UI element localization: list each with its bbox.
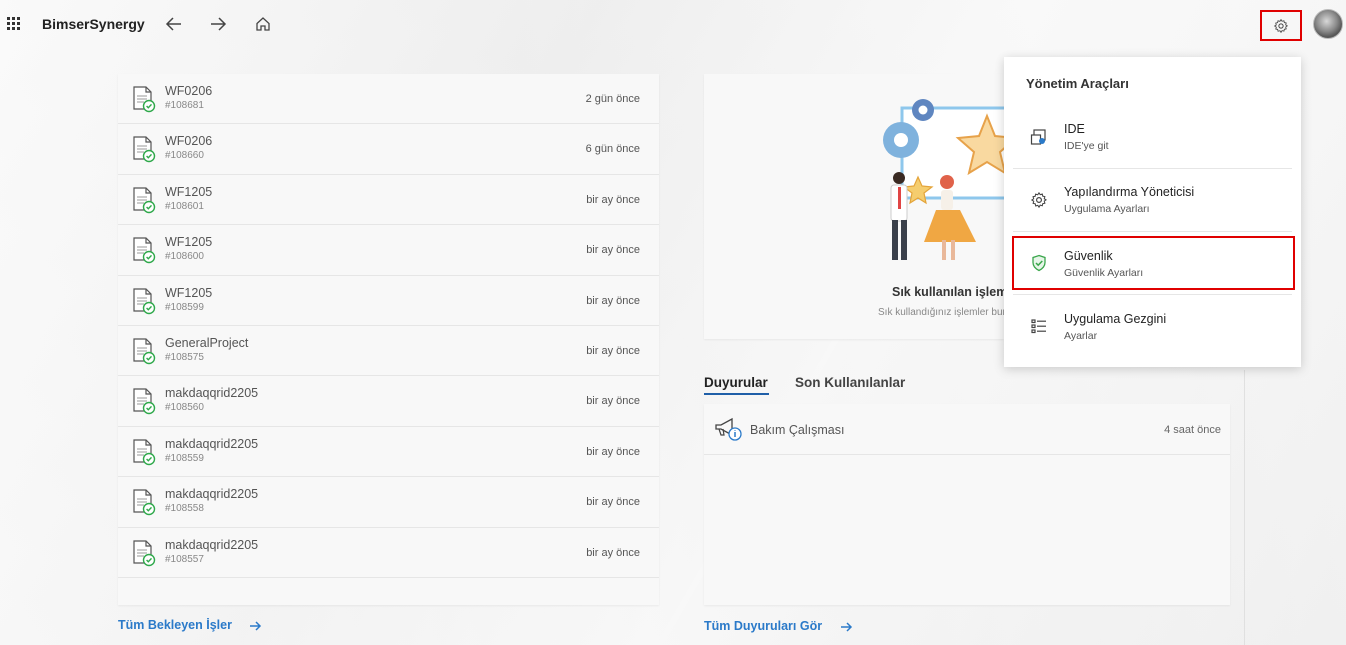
task-title: makdaqqrid2205 (165, 537, 259, 552)
divider (1244, 370, 1245, 645)
task-time: 2 gün önce (585, 93, 640, 105)
frequent-operations-card: Sık kullanılan işlemler Sık kullandığını… (704, 74, 1004, 339)
task-id: #108601 (165, 200, 204, 212)
menu-item-subtitle: Ayarlar (1064, 330, 1098, 342)
task-row[interactable]: makdaqqrid2205 #108557 bir ay önce (118, 528, 659, 578)
announcement-time: 4 saat önce (1164, 424, 1221, 436)
task-title: WF1205 (165, 184, 213, 199)
menu-item-title: Güvenlik (1064, 249, 1113, 263)
top-bar: BimserSynergy (0, 0, 1346, 48)
document-check-icon (130, 235, 160, 265)
menu-item-title: Uygulama Gezgini (1064, 312, 1167, 326)
shield-check-icon (1030, 254, 1050, 274)
task-id: #108557 (165, 553, 204, 565)
menu-item-app-explorer[interactable]: Uygulama Gezgini Ayarlar (1004, 295, 1301, 358)
announcements-card: Bakım Çalışması 4 saat önce (704, 404, 1230, 605)
task-id: #108558 (165, 503, 204, 515)
arrow-left-icon[interactable] (162, 12, 186, 36)
task-time: bir ay önce (586, 244, 640, 257)
task-row[interactable]: WF1205 #108600 bir ay önce (118, 225, 659, 276)
task-id: #108559 (165, 452, 204, 464)
megaphone-info-icon (713, 416, 743, 442)
active-tab-indicator (704, 393, 769, 395)
arrow-right-icon[interactable] (839, 620, 853, 634)
task-id: #108560 (165, 402, 204, 414)
task-time: bir ay önce (586, 496, 640, 509)
task-title: WF0206 (165, 84, 213, 98)
document-check-icon (130, 538, 160, 568)
tab-announcements[interactable]: Duyurular (704, 375, 768, 390)
document-check-icon (130, 437, 160, 467)
menu-item-title: IDE (1064, 122, 1085, 136)
document-check-icon (130, 84, 160, 114)
document-check-icon (130, 386, 160, 416)
frequent-operations-subtitle: Sık kullandığınız işlemler burada (878, 307, 1004, 318)
menu-item-configuration-manager[interactable]: Yapılandırma Yöneticisi Uygulama Ayarlar… (1004, 169, 1301, 232)
task-time: bir ay önce (586, 344, 640, 357)
ide-icon (1030, 128, 1050, 148)
task-row[interactable]: WF0206 #108681 2 gün önce (118, 74, 659, 125)
task-time: bir ay önce (586, 294, 640, 307)
gear-icon (1273, 18, 1289, 33)
pending-tasks-card: WF0206 #108681 2 gün önce WF0206 #108660 6 gü… (118, 74, 659, 605)
menu-item-security[interactable]: Güvenlik Güvenlik Ayarları (1004, 232, 1301, 295)
frequent-operations-illustration (883, 99, 1004, 260)
task-title: makdaqqrid2205 (165, 436, 259, 451)
task-time: bir ay önce (586, 445, 640, 458)
document-check-icon (130, 286, 160, 316)
admin-tools-menu: Yönetim Araçları IDE IDE'ye git Yapıland… (1004, 57, 1301, 367)
home-icon[interactable] (251, 12, 275, 36)
announcement-row[interactable]: Bakım Çalışması 4 saat önce (704, 404, 1230, 455)
document-check-icon (130, 134, 160, 164)
task-id: #108681 (165, 100, 204, 111)
document-check-icon (130, 487, 160, 517)
task-row[interactable]: makdaqqrid2205 #108560 bir ay önce (118, 376, 659, 427)
task-row[interactable]: makdaqqrid2205 #108559 bir ay önce (118, 427, 659, 478)
task-time: bir ay önce (586, 193, 640, 206)
app-title[interactable]: BimserSynergy (42, 16, 145, 32)
task-row[interactable]: WF0206 #108660 6 gün önce (118, 124, 659, 175)
menu-item-subtitle: Güvenlik Ayarları (1064, 267, 1144, 279)
task-id: #108600 (165, 251, 204, 263)
menu-item-subtitle: IDE'ye git (1064, 140, 1109, 152)
menu-item-ide[interactable]: IDE IDE'ye git (1004, 106, 1301, 169)
document-check-icon (130, 185, 160, 215)
document-check-icon (130, 336, 160, 366)
arrow-right-icon[interactable] (248, 619, 262, 633)
task-id: #108599 (165, 301, 204, 313)
app-launcher-grid-icon[interactable] (7, 17, 20, 30)
task-title: WF1205 (165, 285, 213, 300)
announcement-title: Bakım Çalışması (750, 423, 845, 437)
avatar[interactable] (1313, 9, 1343, 39)
settings-button[interactable] (1260, 10, 1302, 41)
task-row[interactable]: GeneralProject #108575 bir ay önce (118, 326, 659, 377)
task-time: bir ay önce (586, 395, 640, 408)
task-time: bir ay önce (586, 546, 640, 559)
admin-tools-heading: Yönetim Araçları (1026, 76, 1129, 91)
all-announcements-link[interactable]: Tüm Duyuruları Gör (704, 619, 822, 633)
menu-item-title: Yapılandırma Yöneticisi (1064, 185, 1195, 199)
task-title: makdaqqrid2205 (165, 386, 259, 401)
task-row[interactable]: makdaqqrid2205 #108558 bir ay önce (118, 477, 659, 528)
task-row[interactable]: WF1205 #108599 bir ay önce (118, 276, 659, 326)
task-title: WF1205 (165, 235, 213, 250)
task-id: #108575 (165, 351, 204, 363)
task-title: makdaqqrid2205 (165, 487, 259, 502)
arrow-right-icon[interactable] (206, 12, 230, 36)
task-title: WF0206 (165, 134, 213, 149)
task-title: GeneralProject (165, 335, 249, 350)
tab-recent[interactable]: Son Kullanılanlar (795, 375, 905, 390)
task-id: #108660 (165, 150, 204, 162)
list-icon (1030, 317, 1050, 337)
all-pending-tasks-link[interactable]: Tüm Bekleyen İşler (118, 618, 232, 632)
gear-icon (1030, 191, 1050, 211)
menu-item-subtitle: Uygulama Ayarları (1064, 203, 1150, 215)
task-row[interactable]: WF1205 #108601 bir ay önce (118, 175, 659, 226)
task-time: 6 gün önce (585, 143, 640, 156)
frequent-operations-title: Sık kullanılan işlemler (892, 285, 1004, 299)
